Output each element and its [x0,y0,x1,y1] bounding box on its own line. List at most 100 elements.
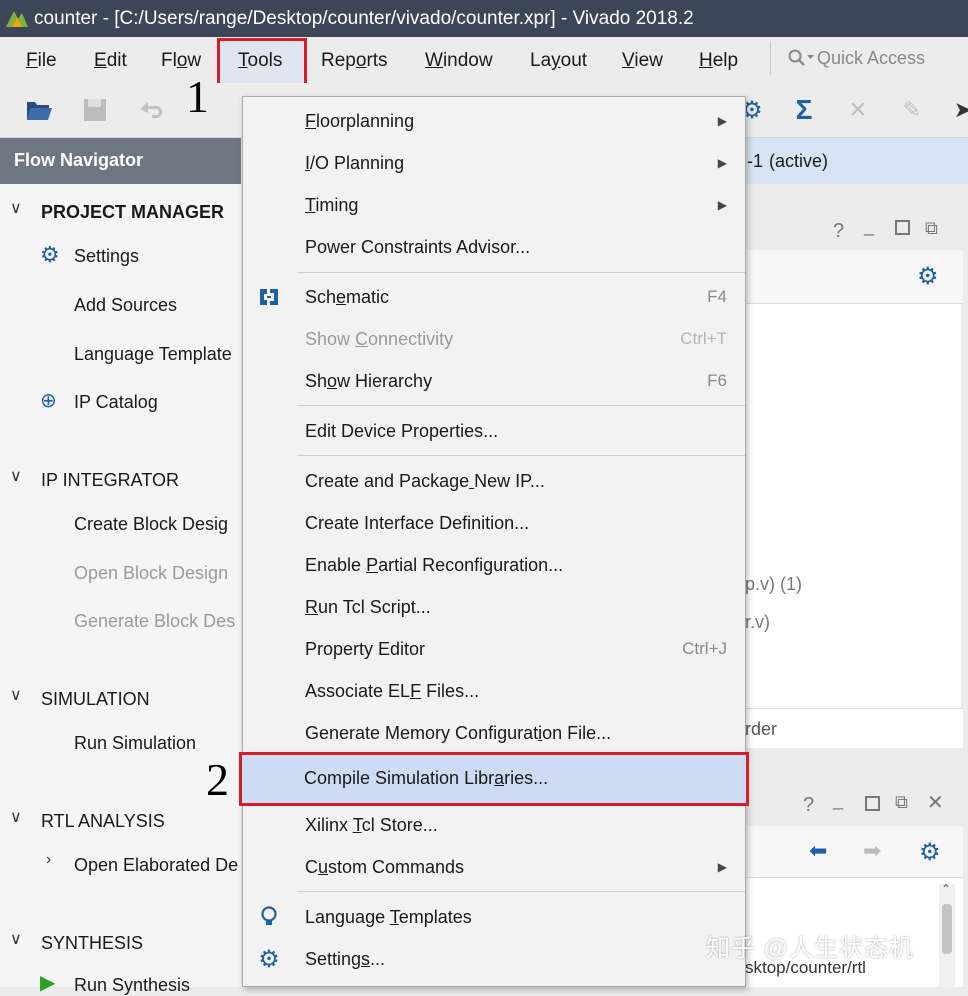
menu-separator [297,455,745,456]
menu-flow[interactable]: Flow [161,50,201,72]
title-bar: counter - [C:/Users/range/Desktop/counte… [0,0,968,37]
quick-access-search[interactable]: Quick Access [770,41,968,75]
gear-icon[interactable]: ⚙ [919,838,941,867]
folder-open-icon [27,102,52,120]
menu-item-io-planning[interactable]: I/O Planning ▶ [295,143,745,183]
menu-item-generate-memory-configuration-file[interactable]: Generate Memory Configuration File... [295,713,745,753]
menu-item-schematic[interactable]: Schematic F4 [295,277,745,317]
menu-tools[interactable]: Tools [238,50,282,72]
section-ip-integrator[interactable]: IP INTEGRATOR [41,470,179,491]
undo-icon [140,102,162,118]
maximize-icon[interactable] [895,220,910,235]
disabled-edit-button[interactable]: ✎ [897,95,927,125]
chevron-down-icon[interactable]: ∨ [10,929,22,949]
run-button[interactable]: ➤ [948,95,968,125]
menu-item-show-hierarchy[interactable]: Show Hierarchy F6 [295,361,745,401]
submenu-arrow-icon: ▶ [717,156,727,170]
nav-ip-catalog[interactable]: IP Catalog [74,392,158,413]
quick-access-placeholder: Quick Access [817,47,926,68]
chevron-down-icon[interactable]: ∨ [10,198,22,218]
menu-item-create-package-new-ip[interactable]: Create and Package New IP... [295,461,745,501]
menu-item-language-templates[interactable]: Language Templates [295,897,745,937]
menu-file[interactable]: File [26,50,57,72]
section-synthesis[interactable]: SYNTHESIS [41,933,143,954]
nav-run-simulation[interactable]: Run Simulation [74,733,196,754]
save-button[interactable] [80,95,110,125]
forward-arrow-icon[interactable]: ➡ [863,838,881,864]
chevron-right-icon[interactable]: › [46,851,51,869]
open-project-button[interactable] [24,95,54,125]
chevron-down-icon[interactable]: ∨ [10,685,22,705]
menu-item-run-tcl-script[interactable]: Run Tcl Script... [295,587,745,627]
menu-item-enable-partial-reconfiguration[interactable]: Enable Partial Reconfiguration... [295,545,745,585]
nav-settings[interactable]: Settings [74,246,139,267]
tcl-panel-header: ? _ ⧉ ✕ [745,778,963,826]
float-icon[interactable]: ⧉ [925,218,938,239]
chevron-up-icon[interactable]: ⌃ [941,882,951,896]
menu-item-label: Show Connectivity [305,328,454,349]
menu-item-power-constraints-advisor[interactable]: Power Constraints Advisor... [295,227,745,267]
active-run-label: (active) [769,151,829,171]
menu-view[interactable]: View [622,50,663,72]
nav-create-block-design[interactable]: Create Block Desig [74,514,228,535]
help-icon[interactable]: ? [833,220,844,243]
submenu-arrow-icon: ▶ [717,860,727,874]
menu-item-label: Associate ELF Files... [305,680,480,701]
menu-item-label: Timing [305,194,359,215]
nav-open-elaborated[interactable]: Open Elaborated De [74,855,238,876]
chevron-down-icon[interactable]: ∨ [10,466,22,486]
undo-button[interactable] [135,95,165,125]
menu-item-compile-simulation-libraries[interactable]: Compile Simulation Libraries... [294,754,744,802]
menu-edit[interactable]: Edit [94,50,127,72]
minimize-icon[interactable]: _ [864,216,874,237]
help-icon[interactable]: ? [803,794,814,817]
menu-item-label: Schematic [305,286,390,307]
float-icon[interactable]: ⧉ [895,792,908,813]
menu-item-associate-elf-files[interactable]: Associate ELF Files... [295,671,745,711]
section-project-manager[interactable]: PROJECT MANAGER [41,202,224,223]
scrollbar-thumb[interactable] [942,904,952,954]
search-icon [788,49,814,66]
menu-item-timing[interactable]: Timing ▶ [295,185,745,225]
menu-item-xilinx-tcl-store[interactable]: Xilinx Tcl Store... [295,805,745,845]
section-rtl-analysis[interactable]: RTL ANALYSIS [41,811,165,832]
menu-item-floorplanning[interactable]: Floorplanning ▶ [295,101,745,141]
nav-generate-block-design[interactable]: Generate Block Des [74,611,235,632]
menu-item-show-connectivity[interactable]: Show Connectivity Ctrl+T [295,319,745,359]
gear-icon[interactable]: ⚙ [917,262,939,291]
source-file-1[interactable]: p.v) (1) [745,574,802,595]
menu-item-settings[interactable]: Settings... [295,939,745,979]
back-arrow-icon[interactable]: ⬅ [809,838,827,864]
menu-item-label: Power Constraints Advisor... [305,236,531,257]
section-simulation[interactable]: SIMULATION [41,689,150,710]
chevron-down-icon[interactable]: ∨ [10,807,22,827]
nav-add-sources[interactable]: Add Sources [74,295,177,316]
menu-item-property-editor[interactable]: Property Editor Ctrl+J [295,629,745,669]
menu-layout[interactable]: Layout [530,50,587,72]
nav-language-templates[interactable]: Language Template [74,344,232,365]
annotation-step-2: 2 [206,754,229,805]
menu-item-label: Show Hierarchy [305,370,433,391]
annotation-step-1: 1 [186,71,209,122]
report-button[interactable]: Σ [789,94,819,125]
lightbulb-icon [257,905,281,929]
menu-reports[interactable]: Reports [321,50,388,72]
menu-item-custom-commands[interactable]: Custom Commands ▶ [295,847,745,887]
tab-compile-order[interactable]: rder [745,719,777,740]
nav-run-synthesis[interactable]: Run Synthesis [74,975,190,996]
nav-open-block-design[interactable]: Open Block Design [74,563,228,584]
wrench-icon: ✕ [848,97,868,122]
maximize-icon[interactable] [865,796,880,811]
window-title: counter - [C:/Users/range/Desktop/counte… [34,7,694,29]
source-file-2[interactable]: r.v) [745,612,770,633]
save-icon [84,99,106,121]
menu-item-edit-device-properties[interactable]: Edit Device Properties... [295,411,745,451]
menu-window[interactable]: Window [425,50,493,72]
menu-item-create-interface-definition[interactable]: Create Interface Definition... [295,503,745,543]
menu-help[interactable]: Help [699,50,738,72]
menu-item-label: Create Interface Definition... [305,512,530,533]
console-scrollbar[interactable]: ⌃ [939,882,955,987]
close-icon[interactable]: ✕ [927,790,944,815]
minimize-icon[interactable]: _ [833,790,843,811]
disabled-tool-button[interactable]: ✕ [843,95,873,125]
